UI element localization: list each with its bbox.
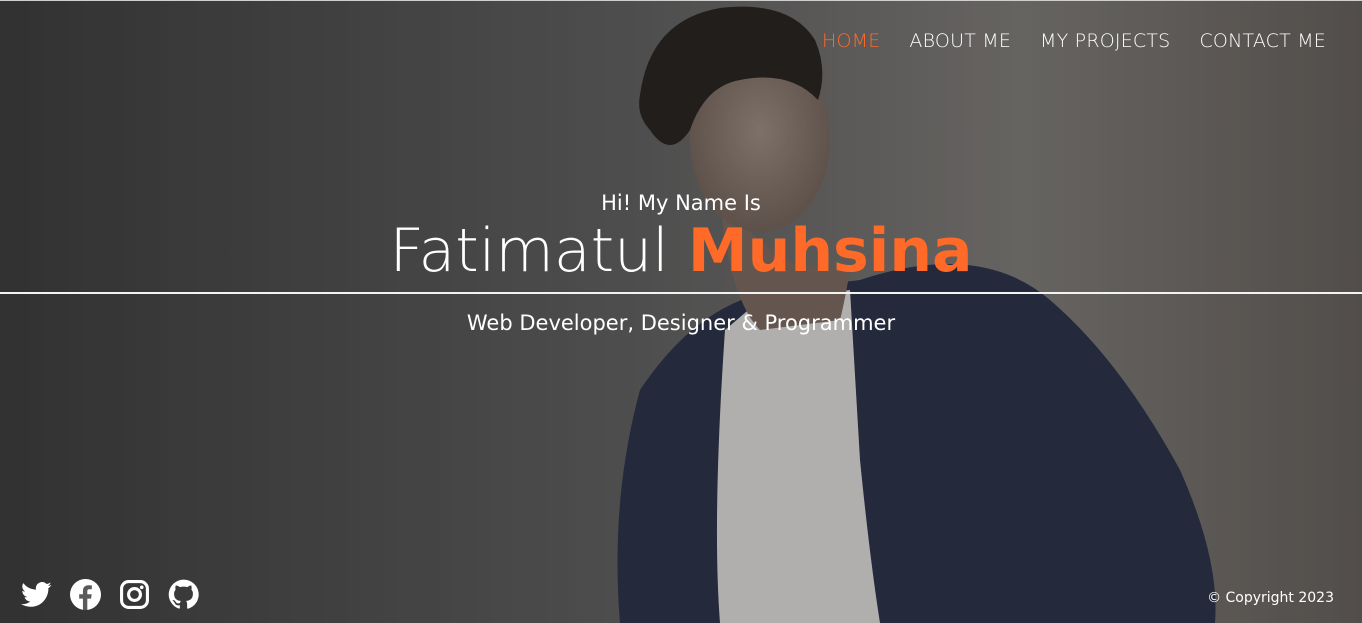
github-icon[interactable] (168, 579, 199, 610)
main-nav: HOME ABOUT ME MY PROJECTS CONTACT ME (822, 30, 1326, 52)
nav-about-me[interactable]: ABOUT ME (909, 30, 1011, 52)
intro-block: Hi! My Name Is Fatimatul Muhsina (0, 190, 1362, 284)
first-name: Fatimatul (389, 216, 669, 286)
divider-line (0, 292, 1362, 294)
top-border (0, 0, 1362, 1)
copyright-text: © Copyright 2023 (1207, 590, 1334, 606)
hero-section: HOME ABOUT ME MY PROJECTS CONTACT ME Hi!… (0, 0, 1362, 623)
twitter-icon[interactable] (21, 579, 52, 610)
nav-contact-me[interactable]: CONTACT ME (1199, 30, 1326, 52)
greeting-text: Hi! My Name Is (601, 191, 761, 215)
nav-my-projects[interactable]: MY PROJECTS (1040, 30, 1170, 52)
nav-home[interactable]: HOME (822, 30, 880, 52)
last-name: Muhsina (687, 216, 973, 286)
facebook-icon[interactable] (70, 579, 101, 610)
instagram-icon[interactable] (119, 579, 150, 610)
social-links (21, 579, 199, 610)
full-name: Fatimatul Muhsina (0, 218, 1362, 284)
role-subtitle: Web Developer, Designer & Programmer (466, 311, 896, 335)
